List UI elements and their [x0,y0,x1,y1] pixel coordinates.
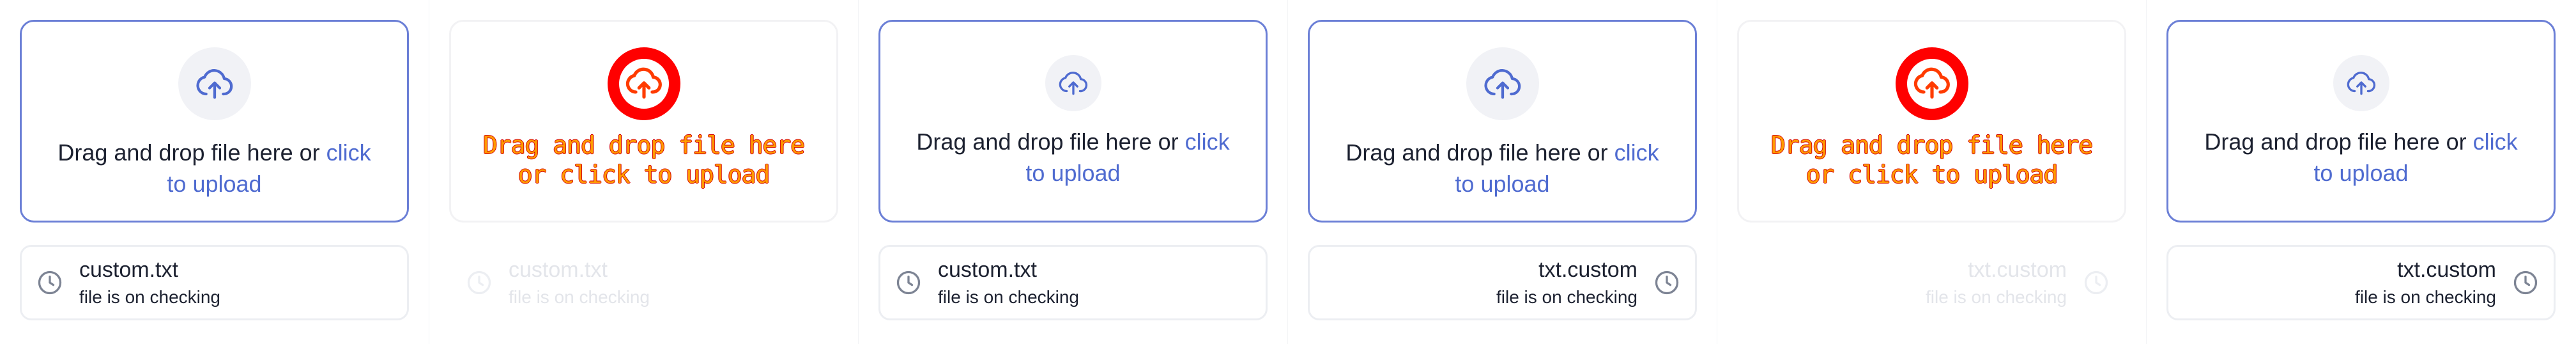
file-status-text: file is on checking [1496,287,1637,307]
dropzone-text: Drag and drop file here or click to uplo… [482,131,805,189]
file-dropzone[interactable]: Drag and drop file here or click to uplo… [878,20,1268,223]
upload-icon-circle [178,47,251,120]
file-dropzone[interactable]: Drag and drop file here or click to uplo… [20,20,409,223]
upload-panel: Drag and drop file here or click to uplo… [1287,0,1717,344]
upload-panel: Drag and drop file here or click to uplo… [2146,0,2576,344]
cloud-upload-icon [625,67,662,99]
file-status-card: custom.txt file is on checking [20,245,409,320]
file-status-card: txt.custom file is on checking [1737,245,2126,320]
cloud-upload-icon [1059,72,1087,95]
clock-icon [1655,270,1679,295]
file-status-text: file is on checking [79,287,221,307]
cloud-upload-icon [195,69,233,99]
file-dropzone[interactable]: Drag and drop file here or click to uplo… [2166,20,2556,223]
dropzone-text: Drag and drop file here or click to uplo… [916,129,1230,186]
file-status-text: file is on checking [509,287,650,307]
cloud-upload-icon [2347,72,2375,95]
upload-icon-circle [1895,47,1968,120]
file-name: txt.custom [1538,258,1637,282]
clock-icon [2084,270,2108,295]
file-status-card: custom.txt file is on checking [878,245,1268,320]
file-status-card: custom.txt file is on checking [449,245,838,320]
upload-icon-circle [2333,55,2389,111]
dropzone-text: Drag and drop file here or click to uplo… [57,139,371,197]
file-status-text: file is on checking [1925,287,2067,307]
file-name: txt.custom [2397,258,2496,282]
file-dropzone[interactable]: Drag and drop file here or click to uplo… [449,20,838,223]
file-dropzone[interactable]: Drag and drop file here or click to uplo… [1737,20,2126,223]
cloud-upload-icon [1483,69,1521,99]
upload-icon-circle [1466,47,1539,120]
cloud-upload-icon [1913,67,1950,99]
upload-panel: Drag and drop file here or click to uplo… [858,0,1288,344]
upload-icon-circle [607,47,680,120]
file-name: custom.txt [79,258,178,282]
clock-icon [2513,270,2538,295]
file-dropzone[interactable]: Drag and drop file here or click to uplo… [1308,20,1697,223]
file-name: custom.txt [938,258,1037,282]
dropzone-text: Drag and drop file here or click to uplo… [1346,139,1659,197]
file-status-text: file is on checking [2354,287,2496,307]
file-status-text: file is on checking [938,287,1080,307]
dropzone-text: Drag and drop file here or click to uplo… [1770,131,2093,189]
upload-icon-circle [1045,55,1101,111]
clock-icon [467,270,491,295]
clock-icon [896,270,921,295]
file-status-card: txt.custom file is on checking [2166,245,2556,320]
upload-panel: Drag and drop file here or click to uplo… [429,0,859,344]
upload-panel: Drag and drop file here or click to uplo… [0,0,429,344]
clock-icon [38,270,62,295]
file-name: custom.txt [509,258,608,282]
file-status-card: txt.custom file is on checking [1308,245,1697,320]
upload-panel: Drag and drop file here or click to uplo… [1717,0,2147,344]
dropzone-text: Drag and drop file here or click to uplo… [2204,129,2518,186]
file-name: txt.custom [1968,258,2067,282]
